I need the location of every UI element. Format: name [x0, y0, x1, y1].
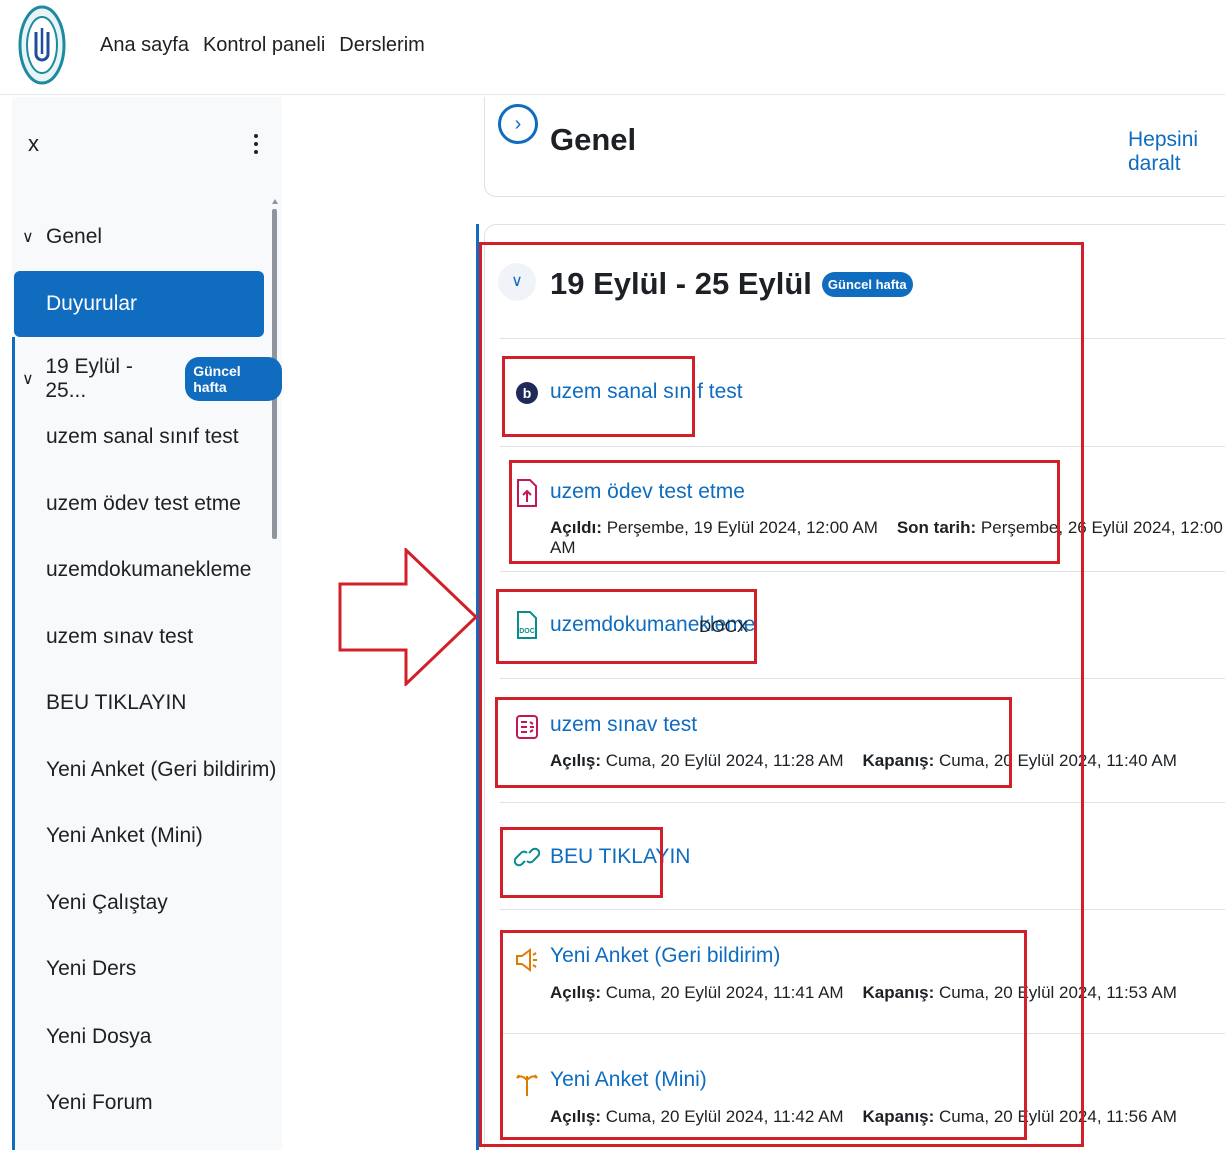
drawer-item-odev[interactable]: uzem ödev test etme — [46, 492, 241, 516]
date-value: Cuma, 20 Eylül 2024, 11:53 AM — [939, 983, 1177, 1002]
kebab-menu-icon[interactable] — [248, 131, 264, 155]
date-label: Açılış: — [550, 983, 602, 1002]
drawer-section-week[interactable]: ∨ 19 Eylül - 25... Güncel hafta — [22, 355, 282, 403]
date-label: Açılış: — [550, 1107, 602, 1126]
drawer-item-calistay[interactable]: Yeni Çalıştay — [46, 891, 168, 915]
quiz-icon — [516, 715, 538, 739]
activity-dates: Açılış: Cuma, 20 Eylül 2024, 11:28 AM Ka… — [550, 751, 1177, 771]
divider — [500, 571, 1225, 572]
week-title-text: 19 Eylül - 25 Eylül — [550, 266, 812, 301]
activity-dates: Açılış: Cuma, 20 Eylül 2024, 11:42 AM Ka… — [550, 1107, 1177, 1127]
activity-link[interactable]: BEU TIKLAYIN — [550, 845, 690, 869]
divider — [500, 802, 1225, 803]
divider — [500, 446, 1225, 447]
university-logo-icon[interactable] — [18, 4, 66, 86]
drawer-item-duyurular[interactable]: Duyurular — [14, 271, 264, 337]
choice-signpost-icon — [516, 1074, 538, 1096]
drawer-item-dosya[interactable]: Yeni Dosya — [46, 1025, 151, 1049]
drawer-item-url[interactable]: BEU TIKLAYIN — [46, 691, 186, 715]
activity-link[interactable]: Yeni Anket (Mini) — [550, 1068, 707, 1092]
date-value: Perşembe, 19 Eylül 2024, 12:00 AM — [606, 518, 878, 537]
activity-dates: Açıldı: Perşembe, 19 Eylül 2024, 12:00 A… — [550, 518, 1225, 558]
link-icon — [514, 847, 540, 867]
divider — [500, 1033, 1225, 1034]
activity-link[interactable]: Yeni Anket (Geri bildirim) — [550, 944, 780, 968]
week-section-panel — [484, 224, 1225, 1150]
date-value: Cuma, 20 Eylül 2024, 11:42 AM — [605, 1107, 844, 1126]
file-type-label: DOCX — [699, 617, 749, 636]
date-value: Cuma, 20 Eylül 2024, 11:56 AM — [939, 1107, 1177, 1126]
active-section-indicator — [12, 337, 15, 1150]
date-label: Açılış: — [550, 751, 602, 770]
current-week-badge: Güncel hafta — [185, 357, 282, 401]
activity-link[interactable]: uzem sanal sınıf test — [550, 380, 743, 404]
chevron-down-icon: ∨ — [22, 371, 34, 388]
date-value: Cuma, 20 Eylül 2024, 11:41 AM — [605, 983, 844, 1002]
week-title: 19 Eylül - 25 Eylül Güncel hafta — [550, 266, 913, 302]
drawer-item-anket-geri[interactable]: Yeni Anket (Geri bildirim) — [46, 758, 276, 782]
megaphone-icon — [516, 948, 537, 972]
section-title: Genel — [550, 122, 637, 157]
drawer-section-title: Genel — [46, 225, 103, 248]
drawer-item-sinav[interactable]: uzem sınav test — [46, 625, 193, 649]
drawer-section-title: 19 Eylül - 25... — [45, 355, 133, 402]
activity-dates: Açılış: Cuma, 20 Eylül 2024, 11:41 AM Ka… — [550, 983, 1177, 1003]
activity-link[interactable]: uzem ödev test etme — [550, 480, 745, 504]
drawer-item-ders[interactable]: Yeni Ders — [46, 957, 136, 981]
collapse-all-link[interactable]: Hepsini daralt — [1128, 128, 1225, 176]
close-drawer-button[interactable]: x — [28, 131, 39, 157]
svg-text:b: b — [523, 385, 532, 401]
course-index-drawer: x ∨ Genel Duyurular ∨ 19 Eylül - 25... G… — [12, 97, 282, 1150]
svg-text:DOC: DOC — [519, 628, 535, 635]
date-label: Son tarih: — [896, 518, 977, 537]
divider — [500, 909, 1225, 910]
drawer-section-genel[interactable]: ∨ Genel — [22, 225, 102, 249]
activity-link[interactable]: uzem sınav test — [550, 713, 697, 737]
pointer-arrow-icon — [338, 548, 479, 686]
nav-link-home[interactable]: Ana sayfa — [100, 34, 189, 57]
doc-file-icon: DOC — [517, 611, 537, 639]
chevron-down-icon[interactable]: ∨ — [498, 263, 536, 301]
current-week-badge: Güncel hafta — [821, 271, 913, 297]
nav-link-dashboard[interactable]: Kontrol paneli — [203, 34, 325, 57]
date-value: Cuma, 20 Eylül 2024, 11:40 AM — [939, 751, 1177, 770]
date-value: Cuma, 20 Eylül 2024, 11:28 AM — [605, 751, 844, 770]
chevron-right-icon[interactable]: › — [498, 104, 538, 144]
date-label: Kapanış: — [862, 1107, 935, 1126]
assignment-upload-icon — [517, 479, 537, 507]
divider — [500, 678, 1225, 679]
current-section-indicator — [476, 224, 479, 1150]
date-label: Kapanış: — [862, 751, 935, 770]
nav-link-my-courses[interactable]: Derslerim — [339, 34, 425, 57]
drawer-item-sanal-sinif[interactable]: uzem sanal sınıf test — [46, 425, 239, 449]
chevron-down-icon: ∨ — [22, 229, 34, 246]
drawer-item-forum[interactable]: Yeni Forum — [46, 1091, 153, 1115]
date-label: Açıldı: — [550, 518, 602, 537]
drawer-item-anket-mini[interactable]: Yeni Anket (Mini) — [46, 824, 203, 848]
top-navbar: Ana sayfa Kontrol paneli Derslerim — [0, 0, 1225, 95]
divider — [500, 338, 1225, 339]
bigbluebutton-icon: b — [516, 382, 538, 404]
drawer-item-dokuman[interactable]: uzemdokumanekleme — [46, 558, 251, 582]
date-label: Kapanış: — [862, 983, 935, 1002]
